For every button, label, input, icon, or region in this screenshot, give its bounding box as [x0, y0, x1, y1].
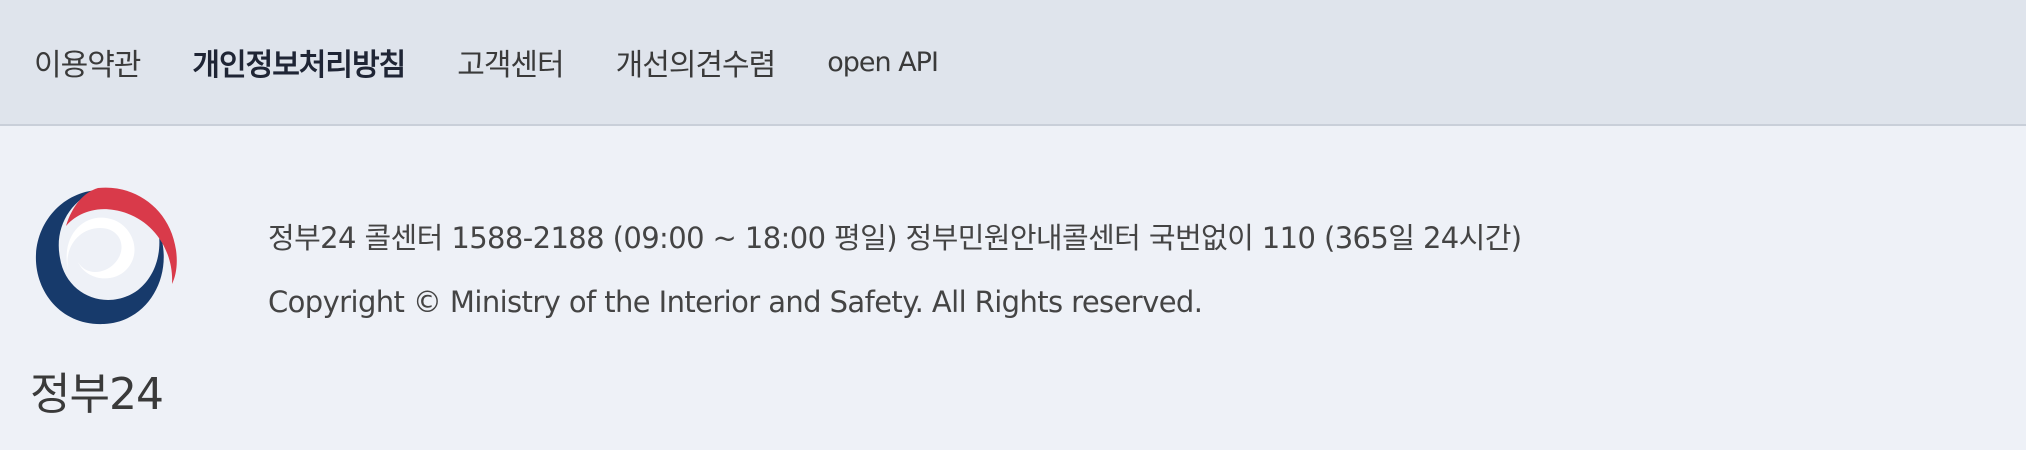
contact-info: 정부24 콜센터 1588-2188 (09:00 ~ 18:00 평일) 정부…: [268, 221, 1522, 255]
nav-link-terms[interactable]: 이용약관: [34, 40, 141, 84]
copyright-text: Copyright © Ministry of the Interior and…: [268, 285, 1203, 319]
nav-link-customer-center[interactable]: 고객센터: [457, 40, 564, 84]
nav-link-open-api[interactable]: open API: [827, 47, 939, 78]
footer-main: 정부24 정부24 콜센터 1588-2188 (09:00 ~ 18:00 평…: [0, 126, 2026, 450]
nav-link-feedback[interactable]: 개선의견수렴: [616, 40, 777, 84]
footer-nav: 이용약관 개인정보처리방침 고객센터 개선의견수렴 open API: [0, 0, 2026, 126]
logo-text: 정부24: [30, 369, 164, 420]
nav-link-privacy-policy[interactable]: 개인정보처리방침: [192, 40, 406, 84]
footer-info: 정부24 콜센터 1588-2188 (09:00 ~ 18:00 평일) 정부…: [268, 206, 1522, 334]
government-logo[interactable]: 정부24: [30, 180, 190, 420]
korea-government-emblem-icon: [35, 187, 177, 325]
